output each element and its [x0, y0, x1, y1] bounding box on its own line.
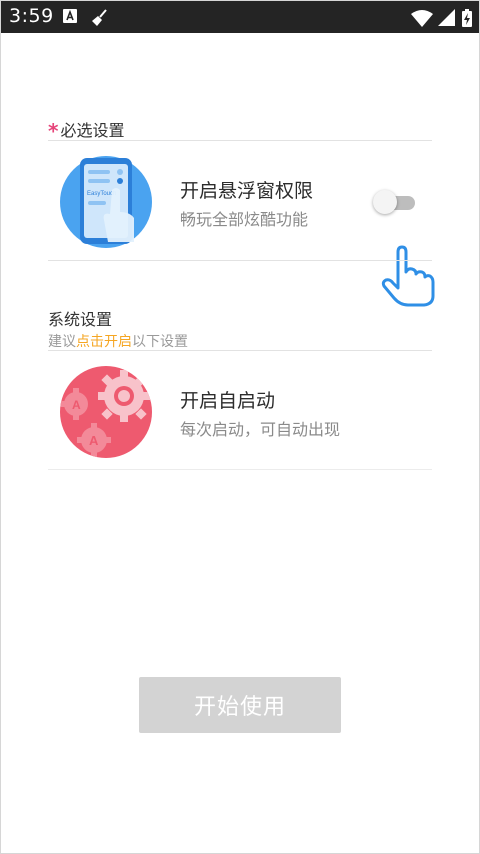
broom-icon	[92, 9, 107, 26]
auto-start-subtitle: 每次启动，可自动出现	[180, 420, 341, 439]
signal-icon	[438, 9, 455, 26]
status-bar: 3:59	[1, 1, 479, 33]
required-section-label: 必选设置	[60, 121, 125, 140]
hint-highlight: 点击开启	[76, 334, 132, 350]
a-notification-icon	[63, 9, 77, 23]
hint-suffix: 以下设置	[132, 334, 188, 350]
wifi-icon	[411, 10, 433, 27]
divider	[48, 469, 432, 470]
start-using-button[interactable]: 开始使用	[139, 677, 341, 733]
toggle-knob	[373, 190, 397, 214]
divider	[48, 350, 432, 351]
battery-charging-icon	[462, 9, 472, 27]
gears-illustration-icon: A A	[60, 366, 152, 458]
divider	[48, 140, 432, 141]
gear-letter: A	[89, 433, 99, 448]
floating-window-toggle[interactable]	[373, 190, 417, 214]
hint-prefix: 建议	[48, 334, 76, 350]
system-section-title: 系统设置	[48, 310, 113, 329]
divider	[48, 260, 432, 261]
pointing-hand-icon	[381, 245, 435, 307]
floating-window-title: 开启悬浮窗权限	[180, 180, 314, 202]
auto-start-title: 开启自启动	[180, 390, 276, 412]
floating-window-subtitle: 畅玩全部炫酷功能	[180, 210, 309, 229]
gear-letter: A	[72, 398, 81, 412]
status-time: 3:59	[9, 5, 54, 27]
system-section-hint: 建议点击开启以下设置	[48, 331, 188, 351]
phone-illustration-icon: EasyTouch	[60, 156, 152, 248]
